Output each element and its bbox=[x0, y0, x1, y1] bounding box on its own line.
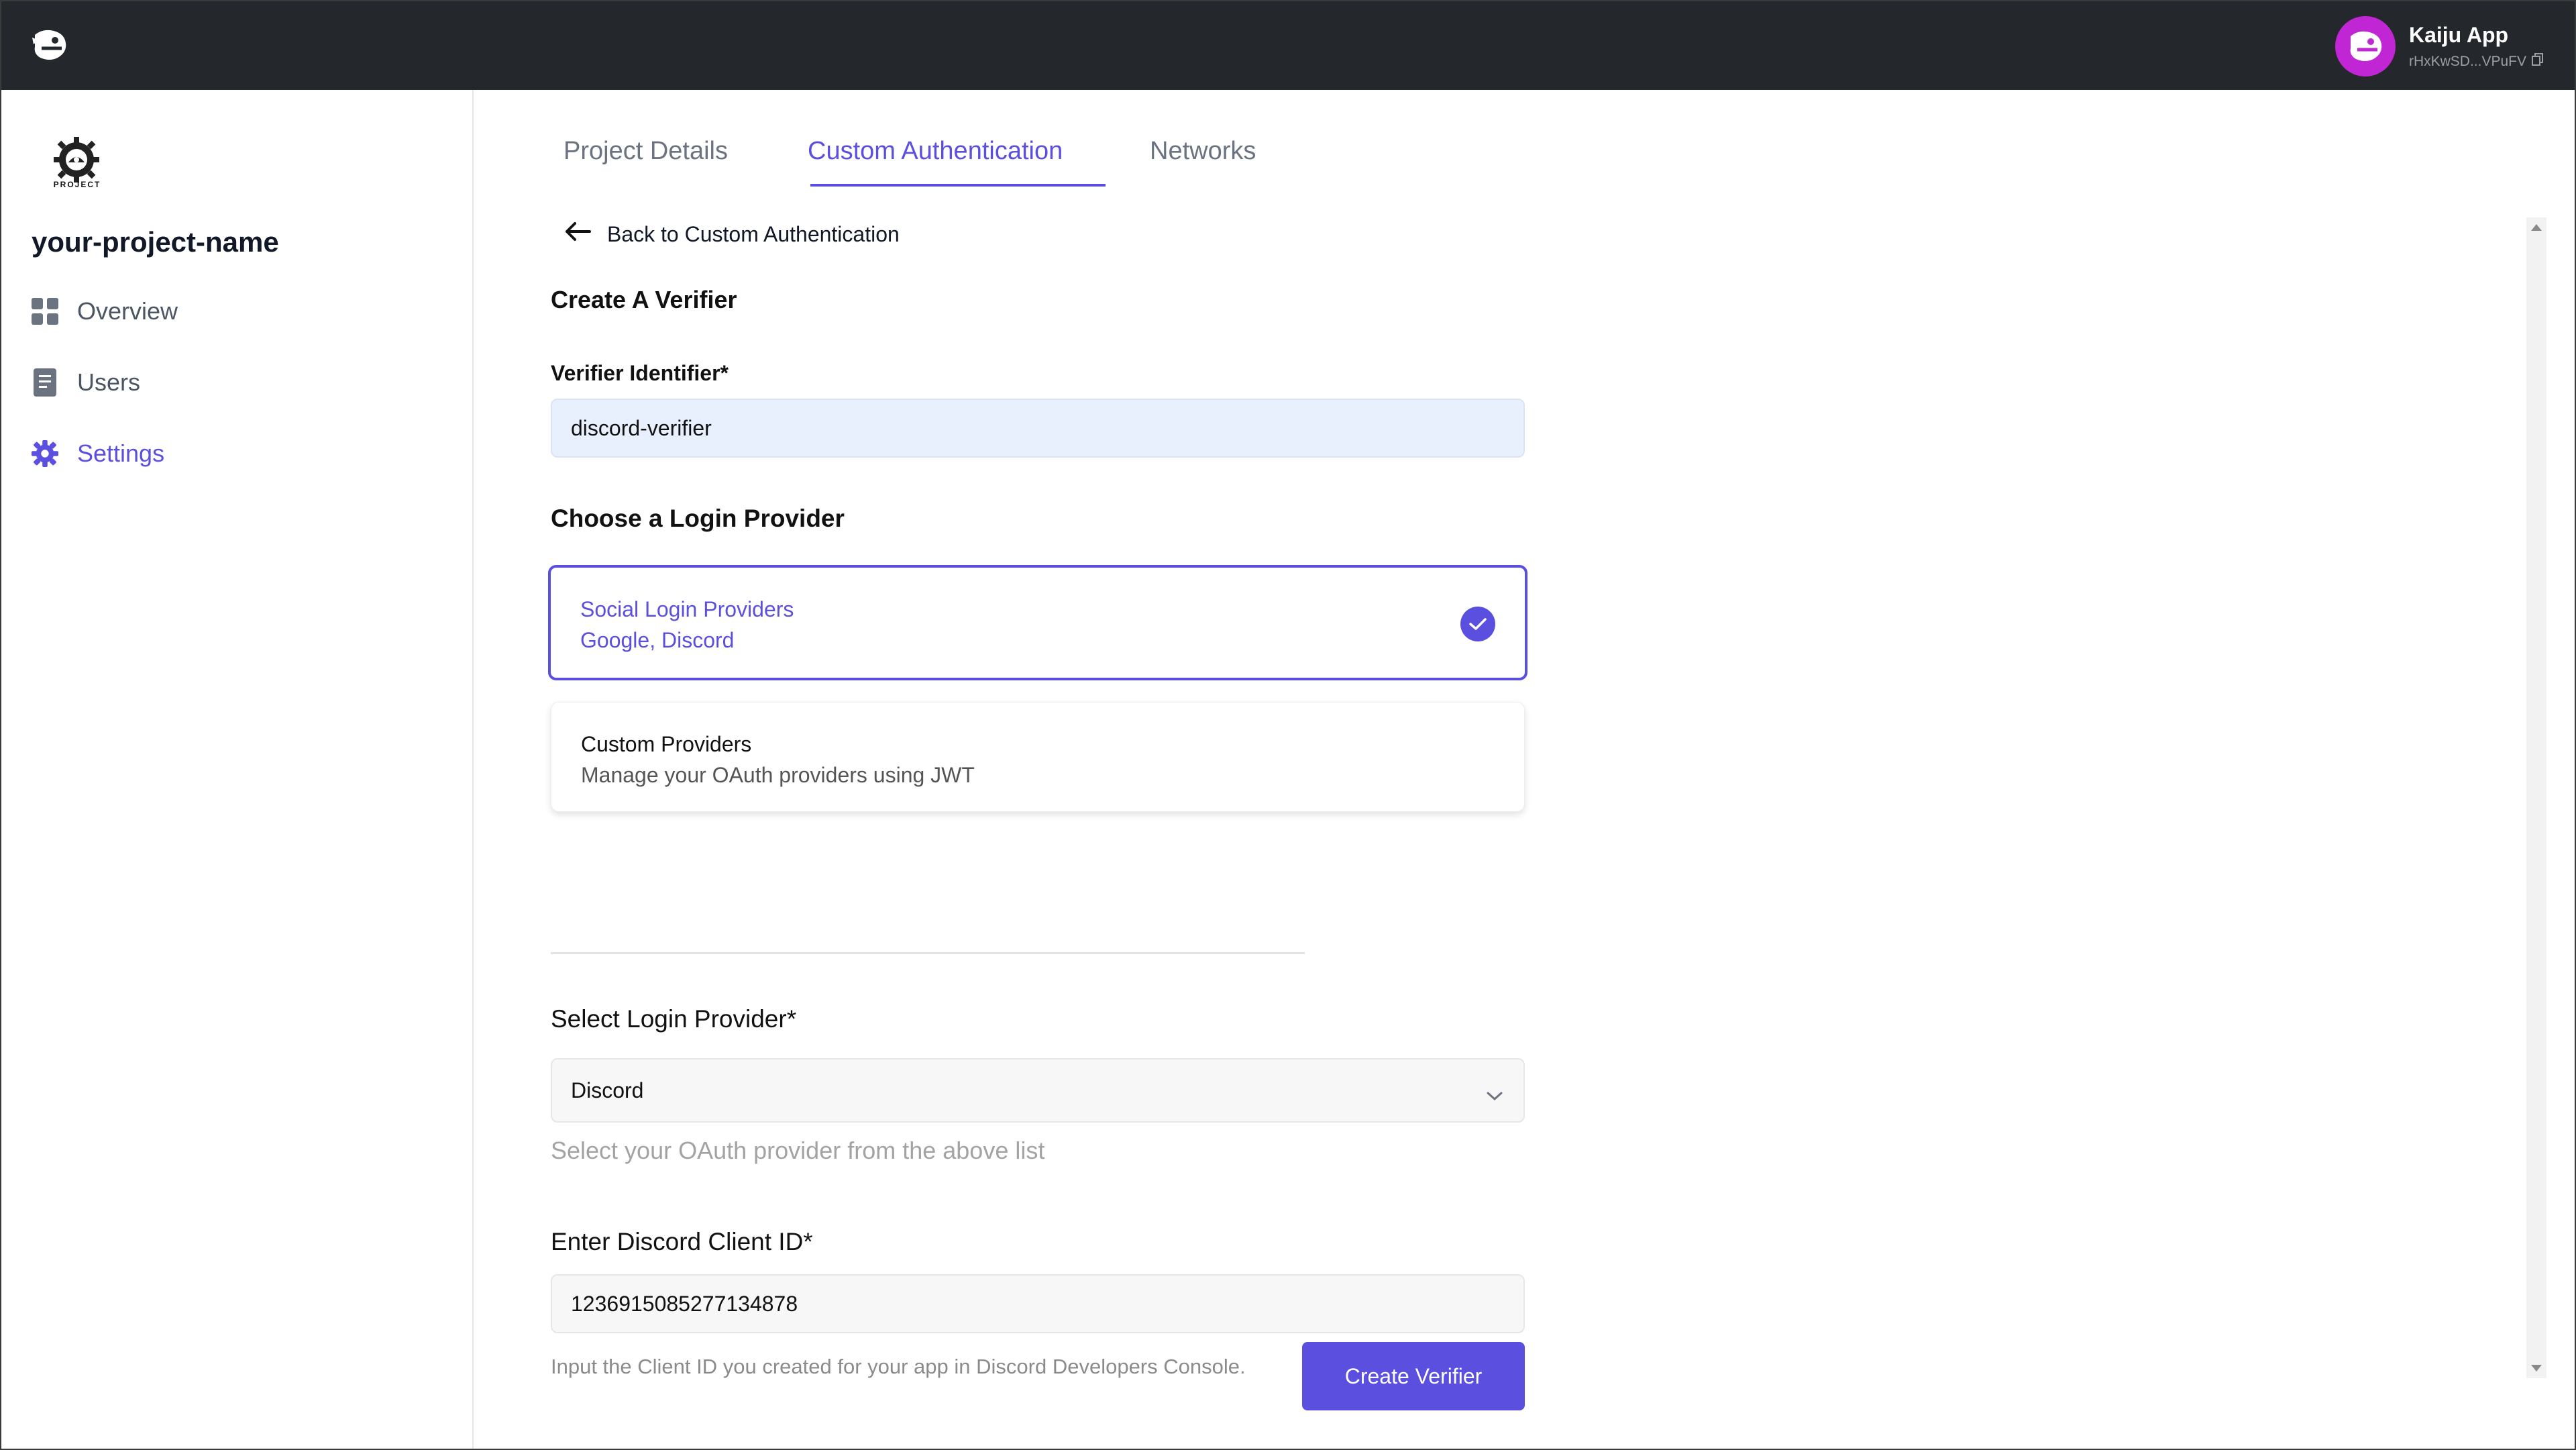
main-content: Project Details Custom Authentication Ne… bbox=[475, 90, 2575, 1449]
client-id-input[interactable]: 1236915085277134878 bbox=[551, 1274, 1525, 1333]
top-bar: Kaiju App rHxKwSD...VPuFV bbox=[1, 1, 2575, 90]
gear-icon bbox=[32, 440, 58, 467]
kaiju-logo-icon[interactable] bbox=[31, 28, 68, 62]
tab-networks[interactable]: Networks bbox=[1150, 137, 1256, 191]
login-provider-select-value: Discord bbox=[571, 1078, 644, 1102]
sidebar-item-users[interactable]: Users bbox=[32, 362, 178, 403]
account-menu[interactable]: Kaiju App rHxKwSD...VPuFV bbox=[2334, 16, 2544, 76]
active-tab-indicator bbox=[810, 184, 1106, 187]
copy-icon[interactable] bbox=[2532, 52, 2544, 70]
select-provider-label: Select Login Provider* bbox=[551, 1005, 797, 1033]
project-logo-caption: PROJECT bbox=[53, 180, 101, 189]
client-id-hint: Input the Client ID you created for your… bbox=[551, 1355, 1246, 1378]
project-name: your-project-name bbox=[32, 226, 279, 258]
arrow-left-icon bbox=[564, 221, 591, 247]
sidebar: PROJECT your-project-name Overview Users… bbox=[1, 90, 474, 1449]
chevron-down-icon bbox=[1486, 1082, 1503, 1107]
document-icon bbox=[32, 368, 58, 397]
scroll-down-arrow[interactable] bbox=[2531, 1365, 2542, 1371]
account-info: Kaiju App rHxKwSD...VPuFV bbox=[2409, 23, 2544, 70]
sidebar-item-settings[interactable]: Settings bbox=[32, 433, 178, 474]
form-heading: Create A Verifier bbox=[551, 286, 737, 313]
provider-card-subtitle: Manage your OAuth providers using JWT bbox=[581, 763, 975, 787]
create-verifier-button[interactable]: Create Verifier bbox=[1302, 1342, 1525, 1410]
sidebar-item-label: Users bbox=[77, 368, 141, 396]
account-address: rHxKwSD...VPuFV bbox=[2408, 52, 2544, 70]
sidebar-item-overview[interactable]: Overview bbox=[32, 291, 178, 331]
app-window: Kaiju App rHxKwSD...VPuFV PROJECT your-p… bbox=[0, 0, 2576, 1450]
sidebar-item-label: Overview bbox=[77, 297, 178, 325]
verifier-identifier-input[interactable]: discord-verifier bbox=[551, 399, 1525, 458]
sidebar-item-label: Settings bbox=[77, 439, 165, 467]
account-address-text: rHxKwSD...VPuFV bbox=[2408, 53, 2526, 69]
client-id-label: Enter Discord Client ID* bbox=[551, 1228, 813, 1255]
section-divider bbox=[551, 952, 1305, 954]
account-name: Kaiju App bbox=[2408, 22, 2509, 47]
provider-card-subtitle: Google, Discord bbox=[580, 628, 735, 652]
check-circle-icon bbox=[1460, 607, 1495, 641]
back-link[interactable]: Back to Custom Authentication bbox=[564, 221, 900, 247]
scrollbar[interactable] bbox=[2526, 217, 2546, 1378]
provider-card-social[interactable]: Social Login Providers Google, Discord bbox=[548, 565, 1527, 680]
choose-provider-heading: Choose a Login Provider bbox=[551, 505, 845, 532]
sidebar-nav: Overview Users Settings bbox=[32, 291, 178, 505]
verifier-identifier-label: Verifier Identifier* bbox=[551, 361, 729, 385]
provider-card-title: Social Login Providers bbox=[580, 597, 794, 621]
scroll-up-arrow[interactable] bbox=[2531, 224, 2542, 231]
avatar bbox=[2334, 16, 2396, 76]
provider-card-title: Custom Providers bbox=[581, 732, 752, 756]
login-provider-select[interactable]: Discord bbox=[551, 1058, 1525, 1123]
select-provider-hint: Select your OAuth provider from the abov… bbox=[551, 1137, 1045, 1164]
back-link-label: Back to Custom Authentication bbox=[607, 221, 900, 246]
grid-icon bbox=[32, 298, 58, 325]
tab-project-details[interactable]: Project Details bbox=[564, 137, 728, 191]
provider-card-custom[interactable]: Custom Providers Manage your OAuth provi… bbox=[551, 702, 1525, 812]
tab-custom-authentication[interactable]: Custom Authentication bbox=[808, 137, 1063, 191]
